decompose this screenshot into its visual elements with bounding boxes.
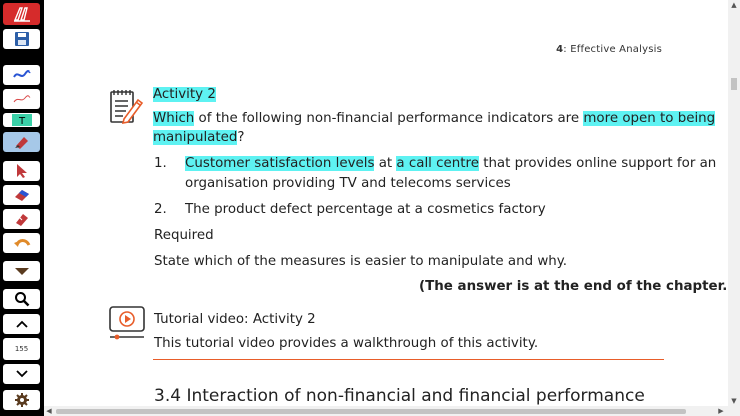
activity-title: Activity 2 — [153, 87, 216, 102]
answer-note: (The answer is at the end of the chapter… — [419, 279, 728, 294]
scroll-up-icon[interactable]: ▲ — [728, 0, 740, 10]
list-item-number: 2. — [154, 202, 167, 217]
list-item-2: The product defect percentage at a cosme… — [185, 202, 546, 217]
collapse-toolbar-button[interactable] — [3, 261, 40, 281]
left-toolbar: T 155 — [0, 0, 44, 416]
gear-icon — [14, 393, 29, 407]
eraser-button[interactable] — [3, 185, 40, 205]
settings-button[interactable] — [3, 390, 40, 410]
document-page: 4: Effective Analysis Activity 2 Which o… — [44, 0, 728, 406]
tutorial-video-title: Tutorial video: Activity 2 — [154, 312, 316, 327]
search-button[interactable] — [3, 289, 40, 309]
required-label: Required — [154, 228, 214, 243]
clear-annotations-button[interactable] — [3, 209, 40, 229]
undo-arrow-icon — [13, 239, 30, 247]
horizontal-scrollbar[interactable]: ◀ ▶ — [44, 406, 740, 416]
hand-wipe-icon — [15, 214, 28, 226]
page-number-field[interactable]: 155 — [3, 338, 40, 360]
triangle-down-icon — [14, 268, 29, 275]
vertical-scroll-thumb[interactable] — [731, 78, 737, 90]
pen-tool-button[interactable] — [3, 65, 40, 85]
activity-question-line-1: Which of the following non-financial per… — [153, 111, 716, 126]
activity-notepad-icon — [110, 90, 144, 125]
scroll-left-icon[interactable]: ◀ — [44, 406, 54, 416]
floppy-disk-icon — [14, 32, 29, 46]
thin-pen-tool-button[interactable] — [3, 89, 40, 109]
chevron-up-icon — [15, 320, 28, 328]
blue-pen-stroke-icon — [12, 70, 31, 78]
section-heading: 3.4 Interaction of non-financial and fin… — [154, 386, 645, 406]
app-logo-icon — [3, 3, 40, 25]
tutorial-video-description: This tutorial video provides a walkthrou… — [154, 336, 539, 351]
previous-page-button[interactable] — [3, 314, 40, 334]
text-highlight-icon: T — [11, 114, 32, 126]
chapter-title: : Effective Analysis — [563, 44, 662, 55]
vertical-scrollbar[interactable]: ▲ ▼ — [728, 0, 740, 406]
red-pen-stroke-icon — [13, 95, 30, 103]
save-button[interactable] — [3, 29, 40, 49]
running-header: 4: Effective Analysis — [556, 44, 662, 55]
activity-instruction: State which of the measures is easier to… — [154, 254, 568, 269]
undo-button[interactable] — [3, 233, 40, 253]
scroll-right-icon[interactable]: ▶ — [716, 406, 726, 416]
list-item-number: 1. — [154, 156, 167, 171]
activity-question-line-2: manipulated? — [153, 130, 245, 145]
list-item-1-line-1: Customer satisfaction levels at a call c… — [185, 156, 717, 171]
text-highlighter-button[interactable]: T — [3, 113, 40, 127]
highlighter-tool-button[interactable] — [3, 132, 40, 152]
arrow-pointer-icon — [16, 164, 27, 178]
horizontal-scroll-thumb[interactable] — [56, 409, 686, 414]
next-page-button[interactable] — [3, 364, 40, 384]
list-item-1-line-2: organisation providing TV and telecoms s… — [185, 176, 511, 191]
eraser-icon — [14, 190, 29, 201]
scroll-down-icon[interactable]: ▼ — [728, 396, 740, 406]
tutorial-video-icon[interactable] — [108, 305, 148, 341]
highlighter-marker-icon — [14, 137, 28, 149]
magnifier-icon — [14, 292, 29, 307]
chevron-down-icon — [15, 370, 28, 378]
svg-text:T: T — [18, 116, 26, 126]
section-divider — [153, 359, 664, 360]
select-pointer-button[interactable] — [3, 161, 40, 181]
